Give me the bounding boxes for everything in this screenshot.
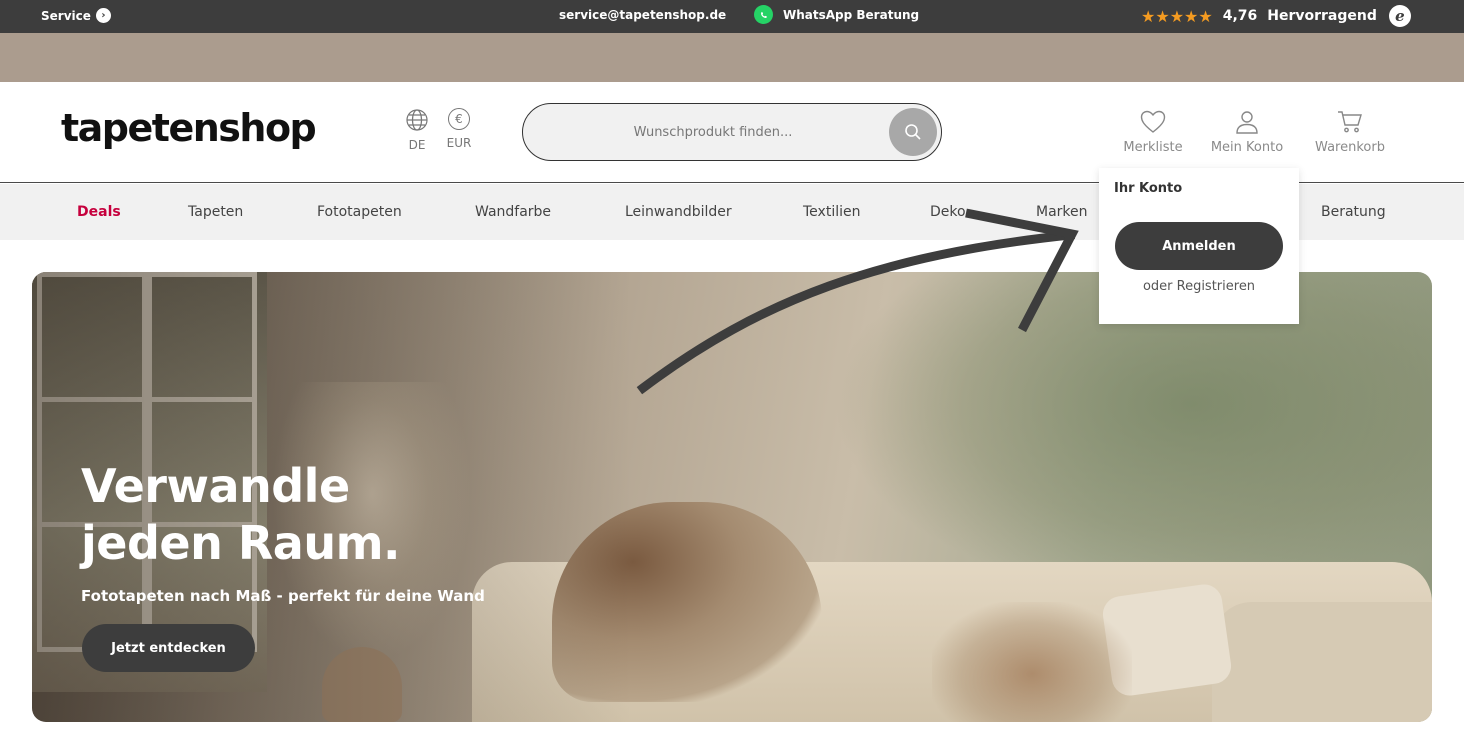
user-icon — [1236, 111, 1258, 134]
hero-pampas-grass-front — [932, 602, 1132, 722]
nav-item-deko[interactable]: Deko — [930, 204, 966, 220]
login-button[interactable]: Anmelden — [1115, 222, 1283, 270]
trusted-shops-icon: e — [1388, 5, 1411, 27]
nav-item-deals[interactable]: Deals — [77, 204, 121, 220]
cart-icon — [1338, 111, 1362, 133]
nav-item-textilien[interactable]: Textilien — [803, 204, 860, 220]
whatsapp-icon — [754, 5, 773, 24]
whatsapp-link[interactable]: WhatsApp Beratung — [754, 5, 919, 24]
account-label: Mein Konto — [1210, 140, 1284, 155]
language-label: DE — [408, 138, 426, 152]
logo[interactable]: tapetenshop — [61, 106, 317, 150]
rating-score: 4,76 — [1222, 8, 1258, 24]
hero-sofa-arm — [1212, 602, 1432, 722]
search-button[interactable] — [889, 108, 937, 156]
nav-item-leinwandbilder[interactable]: Leinwandbilder — [625, 204, 732, 220]
hero-headline-line2: jeden Raum. — [81, 516, 400, 570]
nav-item-wandfarbe[interactable]: Wandfarbe — [475, 204, 551, 220]
heart-icon — [1140, 110, 1166, 133]
nav-item-beratung[interactable]: Beratung — [1321, 204, 1386, 220]
rating-text: Hervorragend — [1267, 8, 1377, 24]
email-link[interactable]: service@tapetenshop.de — [559, 8, 726, 22]
wishlist-button[interactable]: Merkliste — [1118, 110, 1188, 155]
nav-item-fototapeten[interactable]: Fototapeten — [317, 204, 402, 220]
register-link[interactable]: oder Registrieren — [1099, 279, 1299, 294]
rating-widget[interactable]: ★★★★★ 4,76 Hervorragend e — [1141, 5, 1411, 27]
search-bar — [522, 103, 942, 161]
search-input[interactable] — [543, 118, 883, 146]
chevron-right-icon: › — [95, 8, 111, 23]
language-selector[interactable]: DE — [404, 108, 430, 152]
search-icon — [905, 124, 921, 140]
currency-selector[interactable]: € EUR — [445, 108, 473, 150]
whatsapp-label: WhatsApp Beratung — [783, 7, 920, 22]
wishlist-label: Merkliste — [1123, 140, 1183, 155]
service-label: Service — [41, 8, 91, 23]
hero-cta-button[interactable]: Jetzt entdecken — [82, 624, 255, 672]
nav-item-tapeten[interactable]: Tapeten — [188, 204, 243, 220]
dropdown-title: Ihr Konto — [1114, 181, 1183, 196]
service-link[interactable]: Service › — [41, 8, 111, 23]
promo-banner — [0, 33, 1464, 82]
hero-subtitle: Fototapeten nach Maß - perfekt für deine… — [81, 587, 485, 605]
top-bar: Service › service@tapetenshop.de WhatsAp… — [0, 0, 1464, 33]
cart-button[interactable]: Warenkorb — [1308, 110, 1392, 155]
hero-headline: Verwandle jeden Raum. — [81, 458, 400, 572]
globe-icon — [406, 109, 428, 131]
account-button[interactable]: Mein Konto — [1205, 110, 1289, 155]
euro-icon: € — [448, 108, 470, 130]
currency-label: EUR — [446, 136, 472, 150]
hero-banner: Verwandle jeden Raum. Fototapeten nach M… — [32, 272, 1432, 722]
account-dropdown: Ihr Konto Anmelden oder Registrieren — [1099, 168, 1299, 324]
rating-stars: ★★★★★ — [1141, 6, 1213, 26]
hero-headline-line1: Verwandle — [81, 459, 350, 513]
nav-item-marken[interactable]: Marken — [1036, 204, 1088, 220]
cart-label: Warenkorb — [1315, 140, 1385, 155]
